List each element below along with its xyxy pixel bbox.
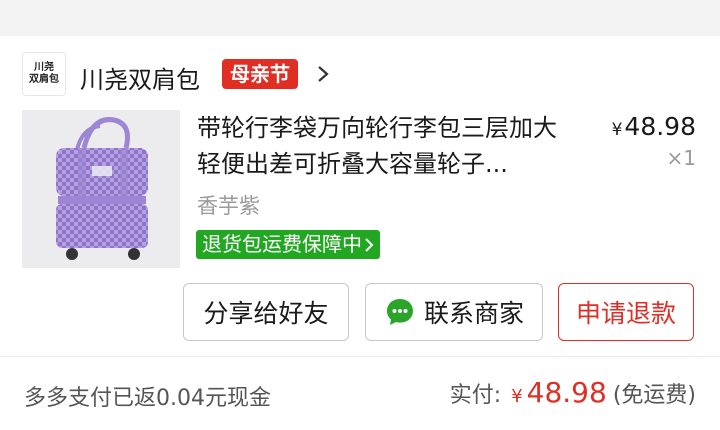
- paid-total: 实付: ¥ 48.98 (免运费): [450, 376, 696, 409]
- return-badge-label: 退货包运费保障中: [202, 232, 362, 256]
- top-spacer: [0, 0, 720, 36]
- product-quantity: ×1: [666, 146, 696, 170]
- share-button-label: 分享给好友: [203, 299, 329, 328]
- contact-button-label: 联系商家: [423, 299, 524, 328]
- luggage-bag-icon: [22, 110, 180, 268]
- product-title[interactable]: 带轮行李袋万向轮行李包三层加大轻便出差可折叠大容量轮子...: [197, 110, 579, 182]
- refund-button-label: 申请退款: [575, 299, 676, 328]
- chevron-right-small-icon: [365, 237, 374, 252]
- divider: [0, 356, 720, 357]
- shipping-note: (免运费): [612, 383, 696, 408]
- chevron-right-icon[interactable]: [316, 64, 330, 84]
- contact-seller-button[interactable]: 联系商家: [365, 283, 543, 341]
- paid-amount: 48.98: [526, 376, 607, 409]
- shop-name[interactable]: 川尧双肩包: [80, 60, 200, 95]
- shop-logo-line2: 双肩包: [29, 74, 59, 85]
- paid-currency: ¥: [511, 386, 523, 407]
- product-variant: 香芋紫: [197, 194, 260, 218]
- share-button[interactable]: 分享给好友: [183, 283, 349, 341]
- shop-logo-line1: 川尧: [34, 62, 54, 73]
- refund-button[interactable]: 申请退款: [558, 283, 694, 341]
- price-currency: ¥: [611, 120, 623, 140]
- product-price: ¥48.98: [612, 112, 696, 141]
- paid-label: 实付:: [449, 383, 502, 408]
- product-image[interactable]: [22, 110, 180, 268]
- shop-logo[interactable]: 川尧 双肩包: [22, 52, 66, 96]
- cashback-text: 多多支付已返0.04元现金: [24, 386, 271, 411]
- price-value: 48.98: [624, 112, 696, 141]
- festival-badge: 母亲节: [222, 59, 298, 89]
- return-shipping-badge[interactable]: 退货包运费保障中: [196, 230, 380, 259]
- shop-header[interactable]: 川尧 双肩包 川尧双肩包 母亲节: [0, 36, 720, 108]
- chat-bubble-icon: [386, 299, 413, 325]
